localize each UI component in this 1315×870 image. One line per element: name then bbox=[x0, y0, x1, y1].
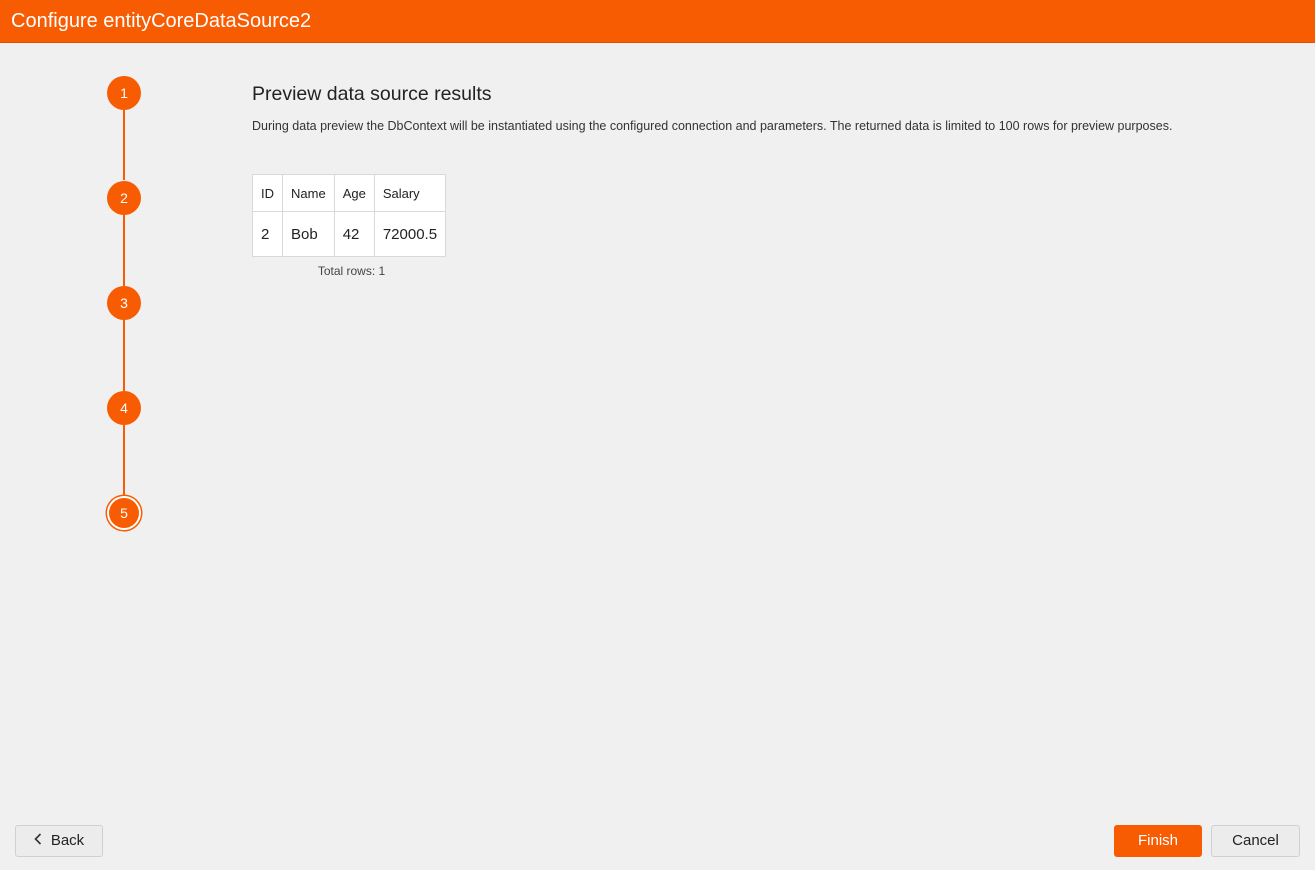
column-header-age: Age bbox=[333, 174, 375, 212]
window-title: Configure entityCoreDataSource2 bbox=[0, 0, 1315, 43]
table-row: 2 Bob 42 72000.5 bbox=[252, 211, 447, 257]
page-heading: Preview data source results bbox=[252, 83, 492, 105]
column-header-name: Name bbox=[282, 174, 335, 212]
step-5-current[interactable]: 5 bbox=[107, 496, 141, 530]
step-connector bbox=[123, 425, 125, 496]
cell-id: 2 bbox=[252, 211, 283, 257]
page-description: During data preview the DbContext will b… bbox=[252, 119, 1173, 133]
step-2[interactable]: 2 bbox=[107, 181, 141, 215]
cell-age: 42 bbox=[333, 211, 375, 257]
step-1[interactable]: 1 bbox=[107, 76, 141, 110]
step-connector bbox=[123, 320, 125, 391]
finish-button[interactable]: Finish bbox=[1114, 825, 1202, 857]
back-button-label: Back bbox=[50, 832, 85, 849]
cell-name: Bob bbox=[282, 211, 335, 257]
wizard-stepper: 1 2 3 4 5 bbox=[0, 43, 240, 563]
preview-table: ID Name Age Salary 2 Bob 42 72000.5 bbox=[252, 174, 447, 257]
step-3[interactable]: 3 bbox=[107, 286, 141, 320]
column-header-id: ID bbox=[252, 174, 283, 212]
step-4[interactable]: 4 bbox=[107, 391, 141, 425]
cell-salary: 72000.5 bbox=[373, 211, 447, 257]
total-rows-label: Total rows: 1 bbox=[317, 264, 386, 278]
cancel-button[interactable]: Cancel bbox=[1211, 825, 1300, 857]
back-button[interactable]: Back bbox=[15, 825, 103, 857]
table-header-row: ID Name Age Salary bbox=[252, 174, 447, 212]
step-connector bbox=[123, 110, 125, 180]
column-header-salary: Salary bbox=[373, 174, 447, 212]
step-connector bbox=[123, 215, 125, 286]
chevron-left-icon bbox=[34, 826, 42, 856]
